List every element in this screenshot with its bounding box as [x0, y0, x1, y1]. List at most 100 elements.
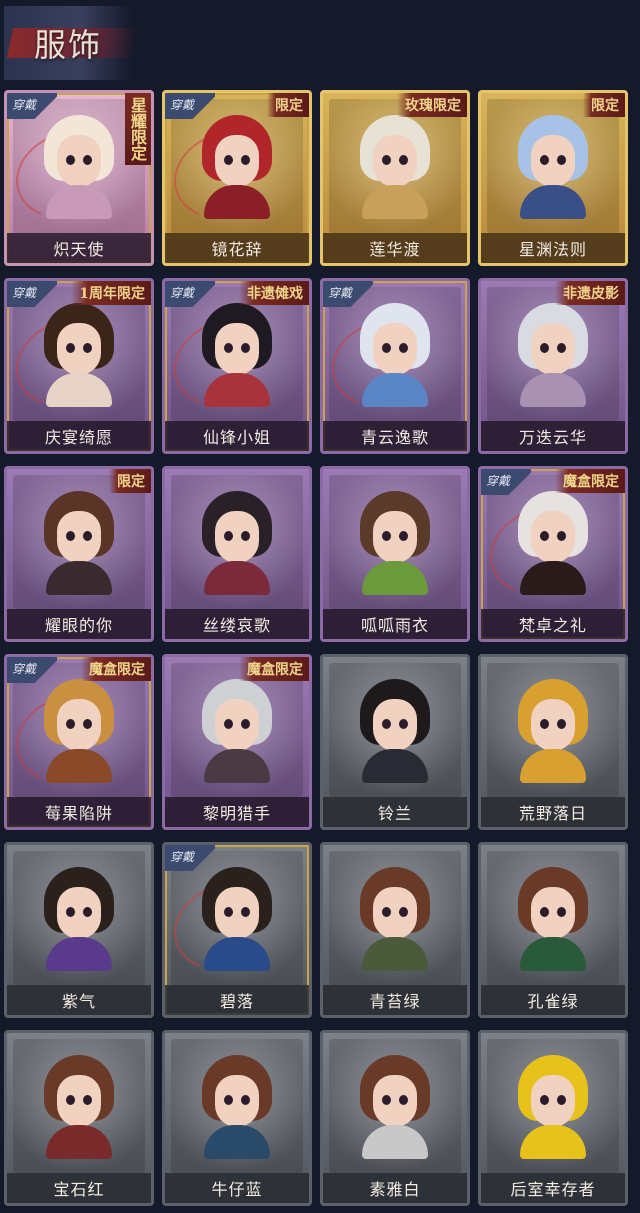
- rarity-tag: 限定: [583, 93, 625, 117]
- portrait-eye: [557, 907, 566, 917]
- costume-card[interactable]: 宝石红: [4, 1030, 154, 1206]
- portrait-face: [57, 699, 101, 751]
- costume-card[interactable]: 荒野落日: [478, 654, 628, 830]
- portrait-outfit: [520, 561, 586, 595]
- portrait-outfit: [520, 1125, 586, 1159]
- costume-card[interactable]: 牛仔蓝: [162, 1030, 312, 1206]
- character-portrait: [198, 115, 276, 219]
- character-portrait: [198, 1055, 276, 1159]
- rarity-tag: 魔盒限定: [239, 657, 309, 681]
- portrait-eye: [399, 531, 408, 541]
- costume-name: 庆宴绮愿: [7, 421, 151, 451]
- portrait-eye: [540, 907, 549, 917]
- costume-card[interactable]: 铃兰: [320, 654, 470, 830]
- character-portrait: [356, 867, 434, 971]
- costume-card[interactable]: 非遗皮影 万迭云华: [478, 278, 628, 454]
- costume-name: 黎明猎手: [165, 797, 309, 827]
- costume-name: 莓果陷阱: [7, 797, 151, 827]
- costume-card[interactable]: 孔雀绿: [478, 842, 628, 1018]
- costume-card[interactable]: 青苔绿: [320, 842, 470, 1018]
- portrait-outfit: [46, 937, 112, 971]
- section-header: 服饰: [4, 6, 140, 80]
- costume-card[interactable]: 紫气: [4, 842, 154, 1018]
- costume-name: 镜花辞: [165, 233, 309, 263]
- portrait-outfit: [520, 185, 586, 219]
- portrait-eye: [66, 1095, 75, 1105]
- portrait-face: [373, 1075, 417, 1127]
- portrait-outfit: [520, 373, 586, 407]
- costume-card[interactable]: 穿戴 青云逸歌: [320, 278, 470, 454]
- portrait-eye: [66, 907, 75, 917]
- portrait-eye: [557, 343, 566, 353]
- portrait-eye: [66, 343, 75, 353]
- portrait-eye: [540, 155, 549, 165]
- portrait-face: [215, 699, 259, 751]
- equipped-tag: 穿戴: [7, 281, 57, 307]
- portrait-face: [531, 1075, 575, 1127]
- costume-card[interactable]: 魔盒限定黎明猎手: [162, 654, 312, 830]
- character-portrait: [198, 303, 276, 407]
- portrait-eye: [241, 1095, 250, 1105]
- costume-card[interactable]: 限定 耀眼的你: [4, 466, 154, 642]
- portrait-face: [531, 323, 575, 375]
- rarity-tag: 玫瑰限定: [397, 93, 467, 117]
- portrait-face: [57, 1075, 101, 1127]
- costume-card[interactable]: 穿戴 限定 镜花辞: [162, 90, 312, 266]
- portrait-eye: [557, 1095, 566, 1105]
- portrait-eye: [382, 719, 391, 729]
- character-portrait: [356, 303, 434, 407]
- portrait-eye: [241, 719, 250, 729]
- costume-name: 铃兰: [323, 797, 467, 827]
- portrait-face: [531, 699, 575, 751]
- costume-name: 青云逸歌: [323, 421, 467, 451]
- costume-card[interactable]: 后室幸存者: [478, 1030, 628, 1206]
- portrait-outfit: [362, 749, 428, 783]
- rarity-tag: 星耀限定: [125, 93, 151, 165]
- costume-card[interactable]: 丝缕哀歌: [162, 466, 312, 642]
- costume-card[interactable]: 穿戴 1周年限定庆宴绮愿: [4, 278, 154, 454]
- portrait-eye: [83, 1095, 92, 1105]
- character-portrait: [40, 679, 118, 783]
- rarity-tag: 1周年限定: [71, 281, 151, 305]
- portrait-eye: [399, 343, 408, 353]
- costume-name: 星渊法则: [481, 233, 625, 263]
- character-portrait: [514, 303, 592, 407]
- costume-name: 荒野落日: [481, 797, 625, 827]
- portrait-face: [215, 323, 259, 375]
- portrait-face: [57, 135, 101, 187]
- costume-card[interactable]: 限定星渊法则: [478, 90, 628, 266]
- costume-name: 后室幸存者: [481, 1173, 625, 1203]
- costume-card[interactable]: 素雅白: [320, 1030, 470, 1206]
- portrait-eye: [557, 531, 566, 541]
- character-portrait: [514, 679, 592, 783]
- portrait-eye: [382, 1095, 391, 1105]
- costume-card[interactable]: 玫瑰限定莲华渡: [320, 90, 470, 266]
- portrait-outfit: [46, 561, 112, 595]
- costume-card[interactable]: 穿戴 星耀限定 炽天使: [4, 90, 154, 266]
- portrait-eye: [224, 907, 233, 917]
- portrait-face: [531, 887, 575, 939]
- character-portrait: [356, 115, 434, 219]
- portrait-eye: [66, 531, 75, 541]
- costume-name: 莲华渡: [323, 233, 467, 263]
- portrait-face: [373, 511, 417, 563]
- portrait-outfit: [362, 1125, 428, 1159]
- portrait-eye: [83, 719, 92, 729]
- rarity-tag: 非遗傩戏: [239, 281, 309, 305]
- portrait-eye: [557, 719, 566, 729]
- costume-card[interactable]: 穿戴 非遗傩戏 仙锋小姐: [162, 278, 312, 454]
- portrait-eye: [224, 719, 233, 729]
- rarity-tag: 限定: [267, 93, 309, 117]
- costume-name: 孔雀绿: [481, 985, 625, 1015]
- equipped-tag: 穿戴: [165, 845, 215, 871]
- costume-card[interactable]: 穿戴 碧落: [162, 842, 312, 1018]
- rarity-tag: 魔盒限定: [81, 657, 151, 681]
- equipped-tag: 穿戴: [481, 469, 531, 495]
- costume-card[interactable]: 穿戴 魔盒限定 莓果陷阱: [4, 654, 154, 830]
- costume-card[interactable]: 呱呱雨衣: [320, 466, 470, 642]
- costume-card[interactable]: 穿戴 魔盒限定 梵卓之礼: [478, 466, 628, 642]
- portrait-face: [215, 1075, 259, 1127]
- costume-name: 紫气: [7, 985, 151, 1015]
- costume-name: 素雅白: [323, 1173, 467, 1203]
- costume-name: 宝石红: [7, 1173, 151, 1203]
